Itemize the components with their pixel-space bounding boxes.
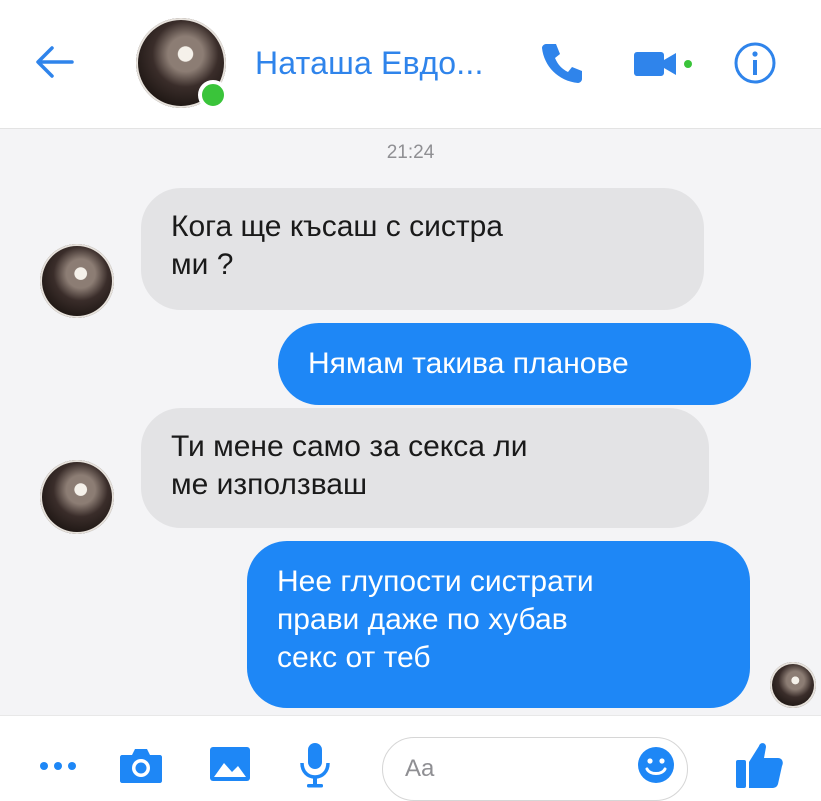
info-icon (734, 42, 776, 84)
gallery-button[interactable] (208, 744, 252, 784)
back-button[interactable] (34, 44, 74, 80)
voice-button[interactable] (298, 741, 332, 789)
call-button[interactable] (538, 38, 586, 86)
outgoing-message[interactable]: Нямам такива планове (278, 323, 751, 405)
message-text: Кога ще късаш с систра ми ? (171, 210, 503, 281)
microphone-icon (300, 743, 330, 788)
emoji-icon (638, 747, 674, 783)
video-camera-icon (634, 52, 692, 76)
incoming-message[interactable]: Кога ще късаш с систра ми ? (141, 188, 704, 310)
message-timestamp: 21:24 (386, 142, 435, 163)
seen-indicator-avatar (770, 662, 816, 708)
more-icon (40, 762, 76, 770)
contact-avatar[interactable] (136, 18, 228, 110)
message-text: Нее глупости систрати прави даже по хуба… (277, 565, 594, 674)
info-button[interactable] (732, 40, 778, 86)
camera-button[interactable] (118, 745, 164, 785)
phone-icon (542, 44, 582, 83)
message-text: Нямам такива планове (308, 347, 629, 380)
arrow-left-icon (36, 46, 74, 78)
thumbs-up-icon (736, 743, 783, 788)
contact-name[interactable]: Наташа Евдо... (255, 45, 484, 82)
video-call-button[interactable] (632, 44, 694, 84)
online-status-dot (198, 80, 228, 110)
message-text-field[interactable] (403, 750, 627, 788)
outgoing-message[interactable]: Нее глупости систрати прави даже по хуба… (247, 541, 750, 708)
chat-header: Наташа Евдо... (0, 0, 821, 129)
sender-avatar[interactable] (40, 244, 114, 318)
like-button[interactable] (734, 738, 786, 790)
message-text: Ти мене само за секса ли ме използваш (171, 430, 528, 501)
more-button[interactable] (36, 756, 80, 776)
incoming-message[interactable]: Ти мене само за секса ли ме използваш (141, 408, 709, 528)
sender-avatar[interactable] (40, 460, 114, 534)
camera-icon (120, 749, 162, 783)
emoji-button[interactable] (636, 745, 676, 785)
image-icon (210, 747, 250, 781)
